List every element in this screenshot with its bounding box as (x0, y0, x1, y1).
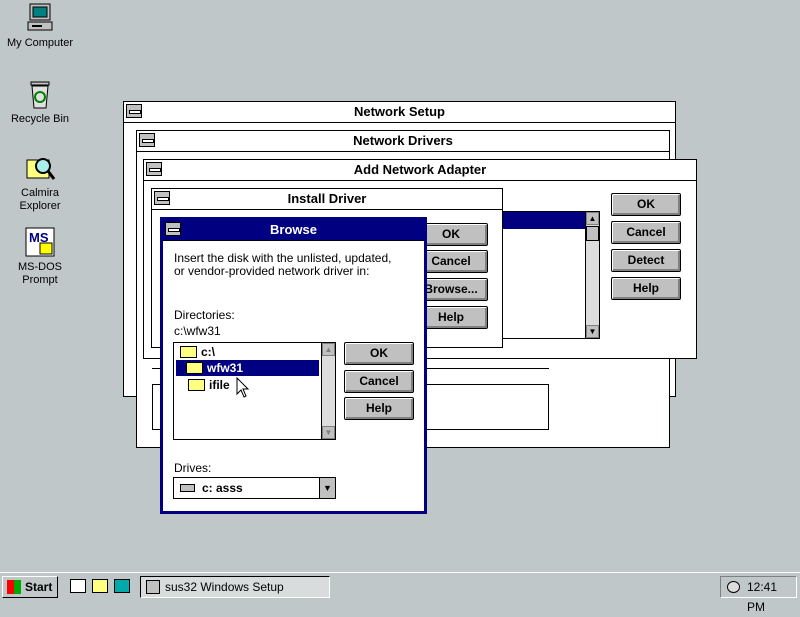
system-menu-icon[interactable] (126, 104, 142, 118)
setup-app-icon (146, 580, 160, 594)
open-folder-icon (186, 361, 203, 374)
quicklaunch-app-icon[interactable] (114, 579, 130, 593)
window-title: Add Network Adapter (353, 162, 487, 177)
folder-icon (188, 378, 205, 391)
adapter-list-scrollbar[interactable]: ▲ ▼ (585, 212, 599, 338)
quicklaunch-printer-icon[interactable] (70, 579, 86, 593)
open-folder-icon (180, 345, 197, 358)
desktop-icon-calmira-explorer[interactable]: Calmira Explorer (0, 152, 80, 213)
desktop-icon-recycle-bin[interactable]: Recycle Bin (0, 78, 80, 126)
system-menu-icon[interactable] (146, 162, 162, 176)
adapter-detect-button[interactable]: Detect (611, 249, 681, 272)
adapter-ok-button[interactable]: OK (611, 193, 681, 216)
current-path: c:\wfw31 (174, 324, 221, 338)
recycle-bin-icon (30, 81, 50, 109)
tray-icon[interactable] (727, 581, 740, 593)
directories-label: Directories: (174, 308, 235, 322)
browse-ok-button[interactable]: OK (344, 342, 414, 365)
tree-item-selected[interactable]: wfw31 (176, 360, 319, 376)
desktop-icon-label: MS-DOS (18, 261, 62, 273)
browse-dialog: Browse Insert the disk with the unlisted… (160, 217, 427, 514)
task-button-windows-setup[interactable]: sus32 Windows Setup (140, 576, 330, 598)
window-titlebar[interactable]: Browse (163, 220, 424, 241)
drive-icon (180, 484, 195, 492)
quicklaunch-explorer-icon[interactable] (92, 579, 108, 593)
start-button[interactable]: Start (2, 576, 58, 598)
browse-instruction-line-2: or vendor-provided network driver in: (174, 264, 370, 278)
window-title: Network Setup (353, 104, 445, 119)
window-title: Install Driver (287, 191, 367, 206)
msdos-icon: MS (25, 227, 55, 257)
browse-instruction-line-1: Insert the disk with the unlisted, updat… (174, 251, 392, 265)
desktop-icon-label: Calmira (21, 187, 59, 199)
drives-select[interactable]: c: asss ▼ (173, 477, 336, 499)
scroll-down-icon[interactable]: ▼ (586, 325, 599, 338)
desktop-icon-label: Prompt (22, 274, 58, 286)
window-titlebar[interactable]: Install Driver (152, 189, 502, 210)
drives-select-value: c: asss (202, 481, 243, 495)
desktop-icon-label: Explorer (19, 200, 61, 212)
window-titlebar[interactable]: Network Setup (124, 102, 675, 123)
directory-tree[interactable]: c:\ wfw31 ifile ▲ ▼ (173, 342, 336, 440)
tree-item[interactable]: c:\ (176, 344, 319, 360)
desktop-icon-label: My Computer (6, 37, 74, 49)
scroll-thumb[interactable] (586, 226, 599, 241)
desktop-icon-msdos-prompt[interactable]: MS MS-DOS Prompt (0, 226, 80, 287)
adapter-help-button[interactable]: Help (611, 277, 681, 300)
browse-help-button[interactable]: Help (344, 397, 414, 420)
taskbar: Start sus32 Windows Setup 12:41 PM (0, 572, 800, 614)
windows-logo-icon (7, 580, 21, 594)
system-menu-icon[interactable] (154, 191, 170, 205)
system-menu-icon[interactable] (165, 222, 181, 236)
scroll-up-icon[interactable]: ▲ (586, 212, 599, 225)
system-menu-icon[interactable] (139, 133, 155, 147)
window-title: Browse (270, 222, 317, 237)
window-title: Network Drivers (353, 133, 453, 148)
system-tray: 12:41 PM (720, 576, 797, 614)
drives-label: Drives: (174, 461, 212, 475)
desktop-icon-label: Recycle Bin (10, 113, 70, 125)
window-titlebar[interactable]: Add Network Adapter (144, 160, 696, 181)
explorer-icon (26, 158, 56, 180)
scroll-down-icon[interactable]: ▼ (322, 426, 335, 439)
window-titlebar[interactable]: Network Drivers (137, 131, 669, 152)
tree-scrollbar[interactable]: ▲ ▼ (321, 343, 335, 439)
computer-icon (27, 3, 53, 31)
clock: 12:41 PM (747, 580, 778, 614)
adapter-cancel-button[interactable]: Cancel (611, 221, 681, 244)
desktop-icon-my-computer[interactable]: My Computer (0, 2, 80, 50)
chevron-down-icon[interactable]: ▼ (319, 478, 335, 498)
scroll-up-icon[interactable]: ▲ (322, 343, 335, 356)
mouse-pointer-icon (236, 377, 250, 398)
browse-cancel-button[interactable]: Cancel (344, 370, 414, 393)
